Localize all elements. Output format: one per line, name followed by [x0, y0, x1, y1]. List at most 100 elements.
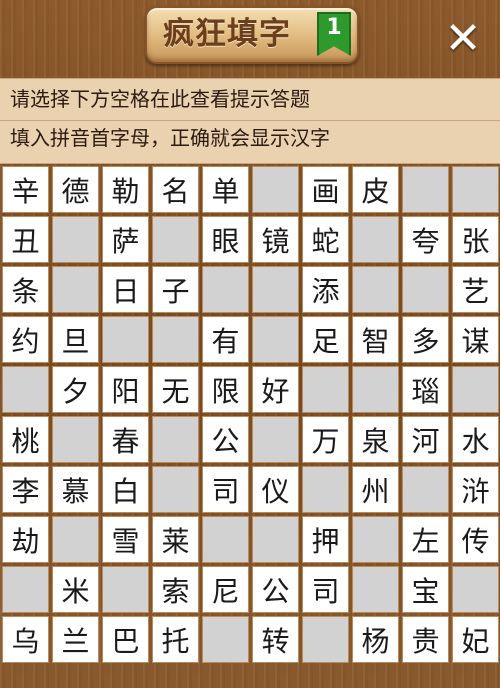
- grid-cell[interactable]: 蛇: [302, 216, 349, 263]
- grid-cell[interactable]: 泉: [352, 416, 399, 463]
- grid-cell-blank[interactable]: [302, 366, 349, 413]
- grid-cell-blank[interactable]: [252, 416, 299, 463]
- grid-cell-blank[interactable]: [52, 266, 99, 313]
- grid-cell[interactable]: 尼: [202, 566, 249, 613]
- grid-cell-blank[interactable]: [52, 516, 99, 563]
- grid-cell[interactable]: 转: [252, 616, 299, 663]
- grid-cell-blank[interactable]: [102, 566, 149, 613]
- grid-cell[interactable]: 画: [302, 166, 349, 213]
- grid-cell[interactable]: 多: [402, 316, 449, 363]
- grid-cell[interactable]: 条: [2, 266, 49, 313]
- grid-cell[interactable]: 白: [102, 466, 149, 513]
- grid-cell[interactable]: 瑙: [402, 366, 449, 413]
- grid-cell[interactable]: 妃: [452, 616, 499, 663]
- grid-cell-blank[interactable]: [52, 416, 99, 463]
- grid-cell-blank[interactable]: [202, 266, 249, 313]
- grid-cell-blank[interactable]: [252, 166, 299, 213]
- grid-cell-blank[interactable]: [402, 466, 449, 513]
- grid-cell-blank[interactable]: [252, 316, 299, 363]
- grid-cell[interactable]: 日: [102, 266, 149, 313]
- grid-cell[interactable]: 春: [102, 416, 149, 463]
- grid-cell[interactable]: 浒: [452, 466, 499, 513]
- grid-cell-blank[interactable]: [402, 266, 449, 313]
- grid-cell[interactable]: 劫: [2, 516, 49, 563]
- grid-cell[interactable]: 左: [402, 516, 449, 563]
- grid-cell[interactable]: 萨: [102, 216, 149, 263]
- grid-cell-blank[interactable]: [252, 266, 299, 313]
- grid-cell[interactable]: 司: [202, 466, 249, 513]
- grid-cell[interactable]: 有: [202, 316, 249, 363]
- grid-cell[interactable]: 水: [452, 416, 499, 463]
- grid-cell[interactable]: 眼: [202, 216, 249, 263]
- grid-cell-blank[interactable]: [352, 516, 399, 563]
- grid-cell[interactable]: 莱: [152, 516, 199, 563]
- grid-cell[interactable]: 米: [52, 566, 99, 613]
- grid-cell[interactable]: 贵: [402, 616, 449, 663]
- grid-cell[interactable]: 巴: [102, 616, 149, 663]
- grid-cell[interactable]: 添: [302, 266, 349, 313]
- grid-cell[interactable]: 兰: [52, 616, 99, 663]
- grid-cell[interactable]: 丑: [2, 216, 49, 263]
- grid-cell[interactable]: 公: [202, 416, 249, 463]
- grid-cell-blank[interactable]: [352, 216, 399, 263]
- grid-cell[interactable]: 限: [202, 366, 249, 413]
- grid-cell[interactable]: 慕: [52, 466, 99, 513]
- grid-cell[interactable]: 夸: [402, 216, 449, 263]
- grid-cell[interactable]: 谋: [452, 316, 499, 363]
- grid-cell[interactable]: 艺: [452, 266, 499, 313]
- grid-cell[interactable]: 宝: [402, 566, 449, 613]
- grid-cell-blank[interactable]: [352, 266, 399, 313]
- grid-cell[interactable]: 张: [452, 216, 499, 263]
- grid-cell[interactable]: 杨: [352, 616, 399, 663]
- grid-cell[interactable]: 单: [202, 166, 249, 213]
- grid-cell[interactable]: 无: [152, 366, 199, 413]
- grid-cell[interactable]: 皮: [352, 166, 399, 213]
- grid-cell-blank[interactable]: [452, 166, 499, 213]
- grid-cell-blank[interactable]: [352, 566, 399, 613]
- grid-cell[interactable]: 李: [2, 466, 49, 513]
- grid-cell-blank[interactable]: [152, 316, 199, 363]
- grid-cell-blank[interactable]: [152, 466, 199, 513]
- grid-cell[interactable]: 勒: [102, 166, 149, 213]
- grid-cell[interactable]: 德: [52, 166, 99, 213]
- grid-cell-blank[interactable]: [452, 566, 499, 613]
- grid-cell-blank[interactable]: [452, 366, 499, 413]
- grid-cell-blank[interactable]: [152, 416, 199, 463]
- grid-cell-blank[interactable]: [152, 216, 199, 263]
- grid-cell[interactable]: 万: [302, 416, 349, 463]
- grid-cell[interactable]: 好: [252, 366, 299, 413]
- grid-cell-blank[interactable]: [402, 166, 449, 213]
- grid-cell[interactable]: 名: [152, 166, 199, 213]
- grid-cell[interactable]: 镜: [252, 216, 299, 263]
- grid-cell[interactable]: 子: [152, 266, 199, 313]
- grid-cell[interactable]: 阳: [102, 366, 149, 413]
- grid-cell[interactable]: 押: [302, 516, 349, 563]
- grid-cell-blank[interactable]: [102, 316, 149, 363]
- grid-cell[interactable]: 约: [2, 316, 49, 363]
- grid-cell-blank[interactable]: [252, 516, 299, 563]
- grid-cell[interactable]: 索: [152, 566, 199, 613]
- grid-cell[interactable]: 河: [402, 416, 449, 463]
- close-button[interactable]: ✕: [438, 14, 488, 64]
- grid-cell[interactable]: 旦: [52, 316, 99, 363]
- grid-cell[interactable]: 夕: [52, 366, 99, 413]
- grid-cell-blank[interactable]: [52, 216, 99, 263]
- grid-cell-blank[interactable]: [352, 366, 399, 413]
- grid-cell-blank[interactable]: [302, 466, 349, 513]
- grid-cell-blank[interactable]: [2, 366, 49, 413]
- grid-cell[interactable]: 雪: [102, 516, 149, 563]
- grid-cell-blank[interactable]: [202, 616, 249, 663]
- grid-cell[interactable]: 辛: [2, 166, 49, 213]
- grid-cell-blank[interactable]: [302, 616, 349, 663]
- grid-cell[interactable]: 桃: [2, 416, 49, 463]
- grid-cell[interactable]: 仪: [252, 466, 299, 513]
- grid-cell[interactable]: 传: [452, 516, 499, 563]
- grid-cell[interactable]: 司: [302, 566, 349, 613]
- grid-cell[interactable]: 足: [302, 316, 349, 363]
- grid-cell[interactable]: 公: [252, 566, 299, 613]
- grid-cell-blank[interactable]: [2, 566, 49, 613]
- grid-cell[interactable]: 州: [352, 466, 399, 513]
- grid-cell-blank[interactable]: [202, 516, 249, 563]
- grid-cell[interactable]: 托: [152, 616, 199, 663]
- grid-cell[interactable]: 乌: [2, 616, 49, 663]
